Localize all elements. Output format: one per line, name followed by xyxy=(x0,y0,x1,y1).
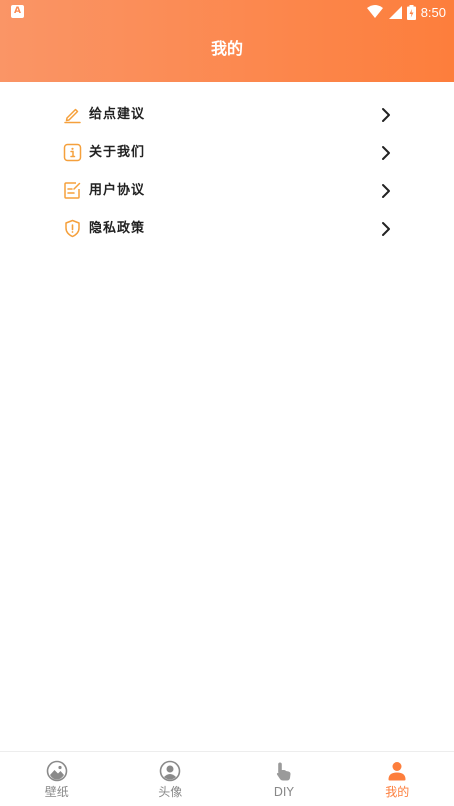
menu-item-about[interactable]: 关于我们 xyxy=(0,134,454,172)
page-title: 我的 xyxy=(210,39,243,58)
wifi-icon xyxy=(366,5,383,18)
avatar-icon xyxy=(159,760,181,782)
shield-icon xyxy=(65,219,80,238)
info-icon xyxy=(63,143,82,162)
tab-label: 头像 xyxy=(158,785,183,799)
person-icon xyxy=(388,762,406,781)
chevron-right-icon xyxy=(382,146,390,160)
signal-icon xyxy=(388,6,402,19)
pencil-icon xyxy=(64,108,81,124)
tab-label: 我的 xyxy=(385,785,410,799)
menu-item-label: 隐私政策 xyxy=(89,221,146,236)
battery-icon xyxy=(406,4,416,20)
chevron-right-icon xyxy=(382,108,390,122)
menu-item-privacy-policy[interactable]: 隐私政策 xyxy=(0,210,454,248)
tab-label: 壁纸 xyxy=(44,785,69,799)
tab-avatar[interactable]: 头像 xyxy=(114,752,228,806)
menu-item-label: 用户协议 xyxy=(89,183,146,198)
status-time: 8:50 xyxy=(420,4,446,20)
header-bar: A 8:50 我的 xyxy=(0,0,454,82)
status-bar: A 8:50 xyxy=(0,0,454,24)
chevron-right-icon xyxy=(382,184,390,198)
menu-item-label: 给点建议 xyxy=(89,107,146,122)
menu-item-user-agreement[interactable]: 用户协议 xyxy=(0,172,454,210)
hand-pointer-icon xyxy=(276,762,291,781)
bottom-tab-bar: 壁纸 头像 DIY 我的 xyxy=(0,751,454,806)
notification-icon: A xyxy=(11,5,24,18)
status-right: 8:50 xyxy=(366,3,446,21)
tab-wallpaper[interactable]: 壁纸 xyxy=(0,752,114,806)
wallpaper-icon xyxy=(46,760,68,782)
menu-item-label: 关于我们 xyxy=(89,145,146,160)
agreement-icon xyxy=(64,182,81,199)
chevron-right-icon xyxy=(382,222,390,236)
tab-mine[interactable]: 我的 xyxy=(341,752,454,806)
tab-diy[interactable]: DIY xyxy=(227,752,341,806)
settings-menu: 给点建议 关于我们 用户协议 隐私政策 xyxy=(0,96,454,248)
menu-item-feedback[interactable]: 给点建议 xyxy=(0,96,454,134)
tab-label: DIY xyxy=(273,785,294,799)
